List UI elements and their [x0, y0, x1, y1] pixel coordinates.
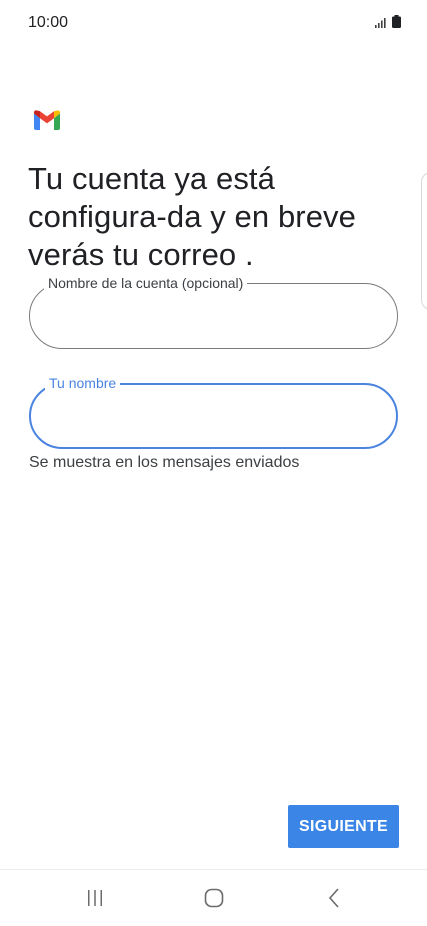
- your-name-input[interactable]: [51, 403, 376, 431]
- next-button[interactable]: SIGUIENTE: [288, 805, 399, 848]
- account-name-label: Nombre de la cuenta (opcional): [44, 274, 248, 292]
- status-bar: 10:00: [0, 0, 427, 44]
- edge-panel-handle[interactable]: [421, 172, 427, 310]
- your-name-label: Tu nombre: [45, 374, 121, 392]
- recents-icon: [88, 890, 102, 906]
- account-name-field[interactable]: Nombre de la cuenta (opcional): [29, 274, 398, 349]
- recents-button[interactable]: [75, 882, 115, 914]
- your-name-helper-text: Se muestra en los mensajes enviados: [29, 454, 300, 471]
- status-time: 10:00: [28, 14, 69, 31]
- navigation-bar: [0, 870, 427, 926]
- home-button[interactable]: [194, 882, 234, 914]
- battery-icon: [392, 15, 401, 28]
- status-icons: [375, 15, 401, 28]
- gmail-logo-icon: [34, 110, 60, 130]
- your-name-field[interactable]: Tu nombre: [29, 374, 398, 449]
- back-icon: [328, 888, 339, 908]
- account-name-input[interactable]: [50, 302, 377, 330]
- back-button[interactable]: [314, 882, 354, 914]
- home-icon: [204, 888, 224, 908]
- signal-icon: [375, 18, 386, 28]
- page-title: Tu cuenta ya está configura-da y en brev…: [28, 161, 356, 272]
